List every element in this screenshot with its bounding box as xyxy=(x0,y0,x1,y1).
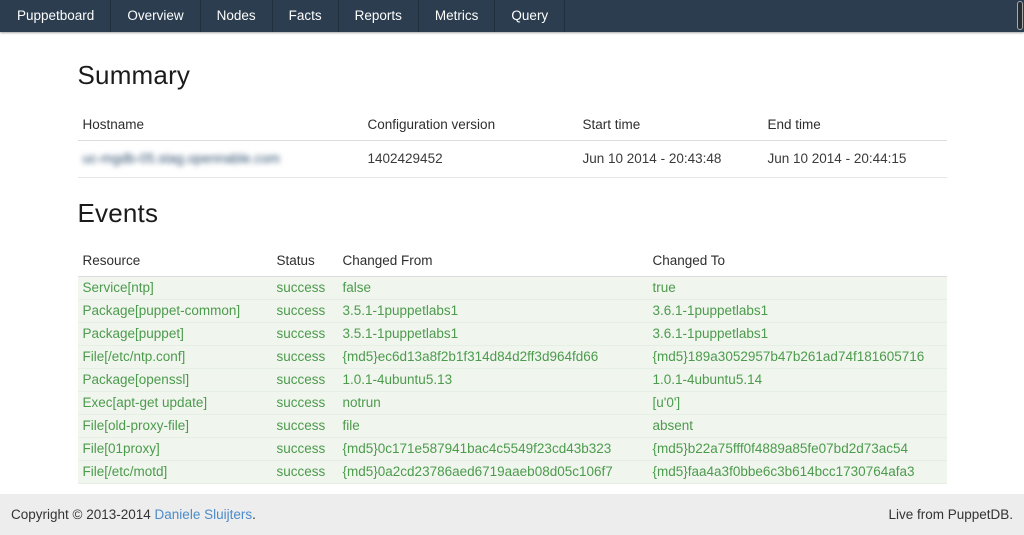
summary-col-start: Start time xyxy=(578,111,763,141)
event-row: Exec[apt-get update] success notrun [u'0… xyxy=(78,392,947,415)
event-resource: File[/etc/ntp.conf] xyxy=(78,346,272,369)
summary-table: Hostname Configuration version Start tim… xyxy=(78,111,947,178)
event-from: {md5}ec6d13a8f2b1f314d84d2ff3d964fd66 xyxy=(338,346,648,369)
nav-item-facts[interactable]: Facts xyxy=(273,0,339,32)
event-from: {md5}0a2cd23786aed6719aaeb08d05c106f7 xyxy=(338,461,648,484)
events-col-to: Changed To xyxy=(648,247,947,277)
events-heading: Events xyxy=(78,198,947,229)
summary-start-time: Jun 10 2014 - 20:43:48 xyxy=(578,141,763,178)
nav-item-query[interactable]: Query xyxy=(495,0,565,32)
summary-header-row: Hostname Configuration version Start tim… xyxy=(78,111,947,141)
events-header-row: Resource Status Changed From Changed To xyxy=(78,247,947,277)
nav-item-metrics[interactable]: Metrics xyxy=(419,0,496,32)
event-resource: File[01proxy] xyxy=(78,438,272,461)
event-from: {md5}0c171e587941bac4c5549f23cd43b323 xyxy=(338,438,648,461)
hostname-link-redacted[interactable]: uc-mgdb-05.stag.opennable.com xyxy=(83,151,280,166)
copyright-text: Copyright © 2013-2014 xyxy=(11,507,155,522)
event-resource: File[old-proxy-file] xyxy=(78,415,272,438)
events-col-from: Changed From xyxy=(338,247,648,277)
summary-end-time: Jun 10 2014 - 20:44:15 xyxy=(763,141,947,178)
event-row: Package[puppet-common] success 3.5.1-1pu… xyxy=(78,300,947,323)
event-to: {md5}b22a75fff0f4889a85fe07bd2d73ac54 xyxy=(648,438,947,461)
author-link[interactable]: Daniele Sluijters xyxy=(155,507,253,522)
event-to: 3.6.1-1puppetlabs1 xyxy=(648,323,947,346)
event-row: File[old-proxy-file] success file absent xyxy=(78,415,947,438)
events-table: Resource Status Changed From Changed To … xyxy=(78,247,947,484)
scrollbar-thumb[interactable] xyxy=(1017,1,1023,30)
event-resource: Package[puppet] xyxy=(78,323,272,346)
summary-row: uc-mgdb-05.stag.opennable.com 1402429452… xyxy=(78,141,947,178)
event-from: 1.0.1-4ubuntu5.13 xyxy=(338,369,648,392)
navbar: Puppetboard Overview Nodes Facts Reports… xyxy=(0,0,1024,32)
footer-copyright: Copyright © 2013-2014 Daniele Sluijters. xyxy=(11,507,256,522)
event-status: success xyxy=(272,277,338,300)
event-resource: Package[openssl] xyxy=(78,369,272,392)
summary-hostname-cell: uc-mgdb-05.stag.opennable.com xyxy=(78,141,363,178)
event-to: [u'0'] xyxy=(648,392,947,415)
event-resource: Service[ntp] xyxy=(78,277,272,300)
event-row: Service[ntp] success false true xyxy=(78,277,947,300)
summary-col-config: Configuration version xyxy=(363,111,578,141)
event-from: false xyxy=(338,277,648,300)
event-from: file xyxy=(338,415,648,438)
event-row: File[01proxy] success {md5}0c171e587941b… xyxy=(78,438,947,461)
event-status: success xyxy=(272,392,338,415)
summary-heading: Summary xyxy=(78,60,947,91)
event-from: notrun xyxy=(338,392,648,415)
nav-item-reports[interactable]: Reports xyxy=(339,0,419,32)
event-from: 3.5.1-1puppetlabs1 xyxy=(338,300,648,323)
event-status: success xyxy=(272,300,338,323)
event-resource: Exec[apt-get update] xyxy=(78,392,272,415)
events-col-resource: Resource xyxy=(78,247,272,277)
events-col-status: Status xyxy=(272,247,338,277)
event-from: 3.5.1-1puppetlabs1 xyxy=(338,323,648,346)
summary-col-hostname: Hostname xyxy=(78,111,363,141)
event-row: Package[puppet] success 3.5.1-1puppetlab… xyxy=(78,323,947,346)
event-resource: File[/etc/motd] xyxy=(78,461,272,484)
nav-item-nodes[interactable]: Nodes xyxy=(201,0,273,32)
summary-col-end: End time xyxy=(763,111,947,141)
event-status: success xyxy=(272,415,338,438)
event-row: File[/etc/ntp.conf] success {md5}ec6d13a… xyxy=(78,346,947,369)
summary-config-version: 1402429452 xyxy=(363,141,578,178)
event-status: success xyxy=(272,323,338,346)
event-status: success xyxy=(272,461,338,484)
event-status: success xyxy=(272,369,338,392)
event-status: success xyxy=(272,346,338,369)
event-to: 3.6.1-1puppetlabs1 xyxy=(648,300,947,323)
main-content: Summary Hostname Configuration version S… xyxy=(78,60,947,484)
event-to: absent xyxy=(648,415,947,438)
footer-status: Live from PuppetDB. xyxy=(888,507,1013,522)
scrollbar-track[interactable] xyxy=(1016,0,1024,535)
event-row: File[/etc/motd] success {md5}0a2cd23786a… xyxy=(78,461,947,484)
event-row: Package[openssl] success 1.0.1-4ubuntu5.… xyxy=(78,369,947,392)
event-resource: Package[puppet-common] xyxy=(78,300,272,323)
navbar-brand-puppetboard[interactable]: Puppetboard xyxy=(0,0,111,32)
nav-item-overview[interactable]: Overview xyxy=(111,0,200,32)
event-status: success xyxy=(272,438,338,461)
footer: Copyright © 2013-2014 Daniele Sluijters.… xyxy=(0,494,1024,535)
event-to: {md5}189a3052957b47b261ad74f181605716 xyxy=(648,346,947,369)
copyright-period: . xyxy=(252,507,256,522)
event-to: {md5}faa4a3f0bbe6c3b614bcc1730764afa3 xyxy=(648,461,947,484)
event-to: 1.0.1-4ubuntu5.14 xyxy=(648,369,947,392)
event-to: true xyxy=(648,277,947,300)
